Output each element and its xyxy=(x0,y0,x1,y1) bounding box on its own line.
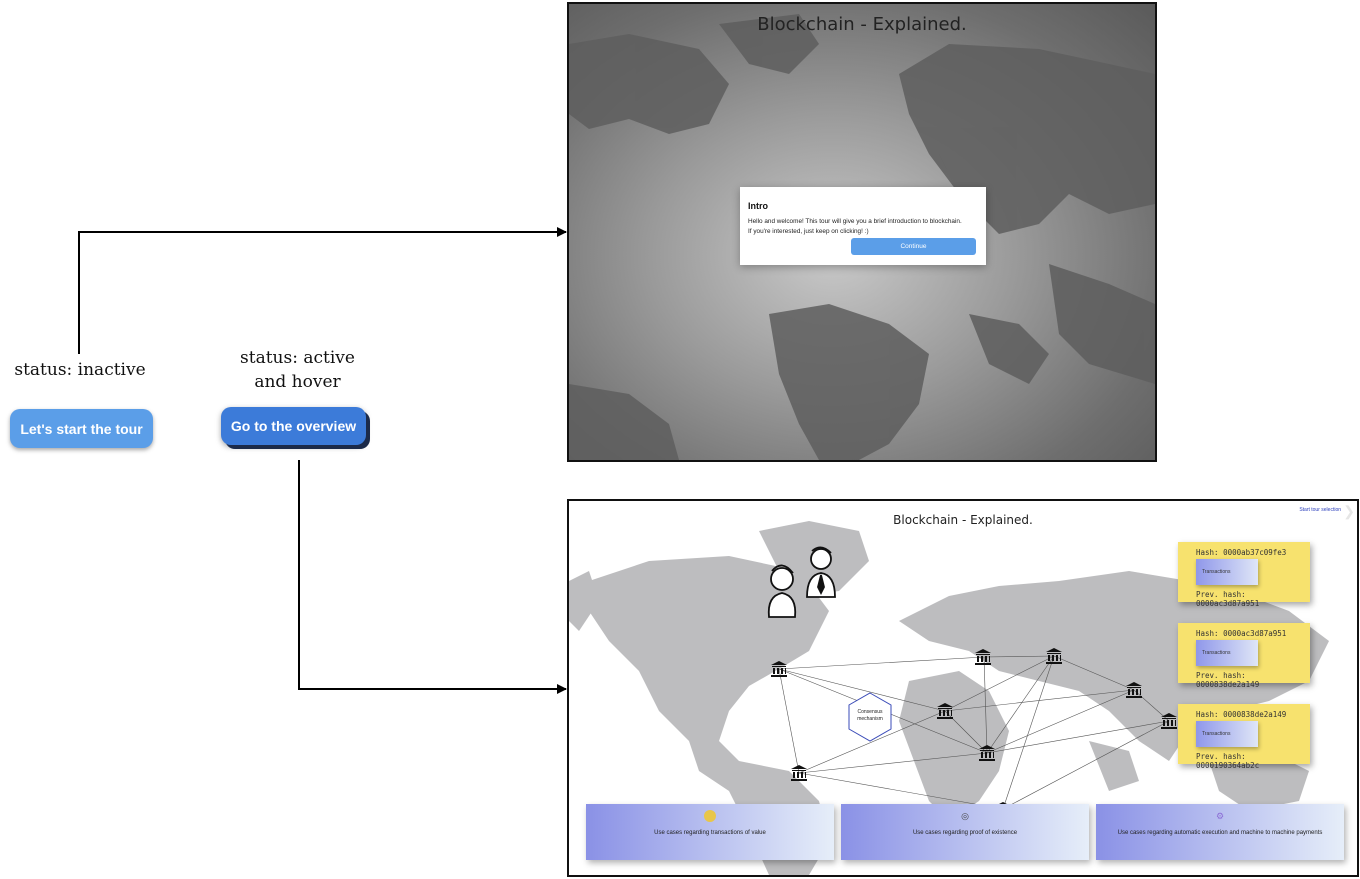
bank-icon xyxy=(979,745,995,761)
usecase-label: Use cases regarding transactions of valu… xyxy=(654,830,766,836)
block-card[interactable]: Hash: 0000ac3d87a951 Transactions Prev. … xyxy=(1178,623,1310,689)
tour-selection-link[interactable]: Start tour selection xyxy=(1299,507,1341,513)
arrow-to-intro xyxy=(78,227,567,354)
overview-screen: Consensus mechanism Blockchain - Explain… xyxy=(567,499,1359,877)
usecase-card-transactions[interactable]: Use cases regarding transactions of valu… xyxy=(586,804,834,860)
fingerprint-icon: ◎ xyxy=(961,811,969,821)
block-hash: Hash: 0000ab37c09fe3 xyxy=(1196,548,1287,557)
bank-icon xyxy=(791,765,807,781)
dialog-body-line1: Hello and welcome! This tour will give y… xyxy=(748,218,962,225)
block-card[interactable]: Hash: 0000838de2a149 Transactions Prev. … xyxy=(1178,704,1310,770)
bank-icon xyxy=(1046,648,1062,664)
block-hash: Hash: 0000838de2a149 xyxy=(1196,710,1287,719)
arrow-to-overview xyxy=(298,460,567,694)
overview-title: Blockchain - Explained. xyxy=(893,513,1033,527)
dialog-heading: Intro xyxy=(748,201,768,211)
intro-screen: Blockchain - Explained. Intro Hello and … xyxy=(567,2,1157,462)
usecase-label: Use cases regarding automatic execution … xyxy=(1117,830,1323,836)
block-prev-hash: Prev. hash: 0000ac3d87a951 xyxy=(1196,590,1260,608)
continue-button[interactable]: Continue xyxy=(851,238,976,255)
next-chevron-icon[interactable]: ❯ xyxy=(1343,503,1355,520)
intro-title: Blockchain - Explained. xyxy=(757,14,967,35)
block-card[interactable]: Hash: 0000ab37c09fe3 Transactions Prev. … xyxy=(1178,542,1310,608)
bank-icon xyxy=(1126,682,1142,698)
transactions-card[interactable]: Transactions xyxy=(1196,559,1258,585)
bank-icon xyxy=(1161,713,1177,729)
dialog-body-line2: If you're interested, just keep on click… xyxy=(748,228,869,235)
bank-icon xyxy=(975,649,991,665)
usecase-card-proof[interactable]: ◎ Use cases regarding proof of existence xyxy=(841,804,1089,860)
block-prev-hash: Prev. hash: 0000190364ab2c xyxy=(1196,752,1260,770)
consensus-label[interactable]: Consensus mechanism xyxy=(848,709,892,723)
usecase-card-automation[interactable]: ⚙ Use cases regarding automatic executio… xyxy=(1096,804,1344,860)
gear-icon: ⚙ xyxy=(1215,811,1225,821)
usecase-label: Use cases regarding proof of existence xyxy=(912,830,1018,836)
bank-icon xyxy=(937,703,953,719)
bank-icon xyxy=(771,661,787,677)
coin-icon xyxy=(704,810,716,822)
intro-dialog: Intro Hello and welcome! This tour will … xyxy=(740,187,986,265)
transactions-card[interactable]: Transactions xyxy=(1196,640,1258,666)
block-hash: Hash: 0000ac3d87a951 xyxy=(1196,629,1287,638)
transactions-card[interactable]: Transactions xyxy=(1196,721,1258,747)
block-prev-hash: Prev. hash: 0000838de2a149 xyxy=(1196,671,1260,689)
